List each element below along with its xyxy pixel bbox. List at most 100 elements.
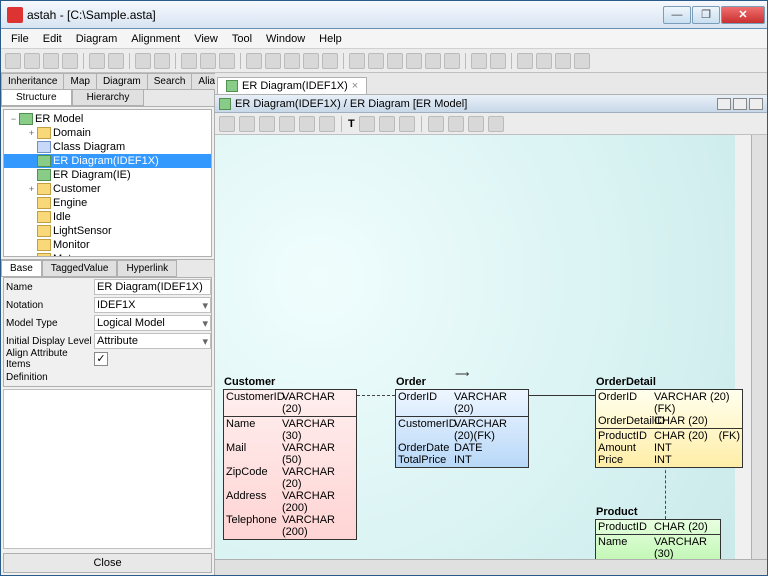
entity-order[interactable]: OrderOrderIDVARCHAR (20)CustomerIDVARCHA… — [395, 389, 529, 468]
tab-search[interactable]: Search — [147, 73, 193, 89]
align-top-icon[interactable] — [406, 53, 422, 69]
tab-map[interactable]: Map — [63, 73, 96, 89]
size-icon[interactable] — [555, 53, 571, 69]
size-icon[interactable] — [517, 53, 533, 69]
doc-tab-erdiagram[interactable]: ER Diagram(IDEF1X) × — [217, 77, 367, 94]
chevron-down-icon: ▾ — [202, 335, 208, 348]
close-panel-button[interactable]: Close — [3, 553, 212, 573]
tool-icon[interactable] — [284, 53, 300, 69]
zoom-in-icon[interactable] — [181, 53, 197, 69]
tree-item[interactable]: ER Diagram(IE) — [4, 168, 211, 182]
relation-customer-order[interactable] — [357, 395, 395, 396]
tree-item[interactable]: Class Diagram — [4, 140, 211, 154]
menu-window[interactable]: Window — [260, 31, 311, 47]
entity-orderdetail[interactable]: OrderDetailOrderIDVARCHAR (20)(FK)OrderD… — [595, 389, 743, 468]
tree-item[interactable]: Motor — [4, 252, 211, 257]
zoom-out-icon[interactable] — [200, 53, 216, 69]
tree-item[interactable]: ER Diagram(IDEF1X) — [4, 154, 211, 168]
left-panel: Inheritance Map Diagram Search Alias Str… — [1, 73, 215, 575]
tree-item[interactable]: LightSensor — [4, 224, 211, 238]
horizontal-scrollbar[interactable] — [215, 559, 767, 575]
tool-icon[interactable] — [265, 53, 281, 69]
align-left-icon[interactable] — [349, 53, 365, 69]
tree-root[interactable]: −ER Model — [4, 112, 211, 126]
entity-product[interactable]: ProductProductIDCHAR (20)NameVARCHAR (30… — [595, 519, 721, 559]
align-bottom-icon[interactable] — [444, 53, 460, 69]
tab-hyperlink[interactable]: Hyperlink — [117, 260, 177, 277]
relation-order-orderdetail[interactable] — [529, 395, 595, 396]
inner-restore-icon[interactable] — [733, 98, 747, 110]
tool-icon[interactable] — [322, 53, 338, 69]
canvas-scroll[interactable]: ⟶ CustomerCustomerIDVARCHAR (20)NameVARC… — [215, 135, 767, 559]
menu-view[interactable]: View — [188, 31, 224, 47]
tab-hierarchy[interactable]: Hierarchy — [72, 90, 145, 106]
tool-icon[interactable] — [303, 53, 319, 69]
menu-diagram[interactable]: Diagram — [70, 31, 124, 47]
paste-icon[interactable] — [108, 53, 124, 69]
save-icon[interactable] — [43, 53, 59, 69]
size-icon[interactable] — [536, 53, 552, 69]
inner-minimize-icon[interactable] — [717, 98, 731, 110]
close-tab-icon[interactable]: × — [352, 80, 358, 92]
tree-item[interactable]: +Customer — [4, 182, 211, 196]
diagram-canvas[interactable]: ⟶ CustomerCustomerIDVARCHAR (20)NameVARC… — [215, 135, 735, 559]
align-middle-icon[interactable] — [425, 53, 441, 69]
tab-diagram[interactable]: Diagram — [96, 73, 148, 89]
prop-notation-select[interactable]: IDEF1X▾ — [94, 297, 211, 313]
tab-taggedvalue[interactable]: TaggedValue — [42, 260, 118, 277]
tool-icon[interactable] — [468, 116, 484, 132]
tree-item[interactable]: Idle — [4, 210, 211, 224]
prop-initlevel-select[interactable]: Attribute▾ — [94, 333, 211, 349]
diagram-toolbar: T — [215, 113, 767, 135]
copy-icon[interactable] — [89, 53, 105, 69]
vertical-scrollbar[interactable] — [751, 135, 767, 559]
dist-h-icon[interactable] — [471, 53, 487, 69]
entity-tool-icon[interactable] — [239, 116, 255, 132]
entity-customer[interactable]: CustomerCustomerIDVARCHAR (20)NameVARCHA… — [223, 389, 357, 540]
tool-icon[interactable] — [428, 116, 444, 132]
tree-item[interactable]: Monitor — [4, 238, 211, 252]
line-tool-icon[interactable] — [379, 116, 395, 132]
minimize-button[interactable]: — — [663, 6, 691, 24]
pointer-icon[interactable] — [219, 116, 235, 132]
align-center-icon[interactable] — [368, 53, 384, 69]
tab-structure[interactable]: Structure — [1, 90, 72, 106]
menu-tool[interactable]: Tool — [226, 31, 258, 47]
tool-icon[interactable] — [488, 116, 504, 132]
maximize-button[interactable]: ❐ — [692, 6, 720, 24]
prop-name-field[interactable]: ER Diagram(IDEF1X) — [94, 279, 211, 295]
menu-file[interactable]: File — [5, 31, 35, 47]
open-icon[interactable] — [24, 53, 40, 69]
tree-item[interactable]: +Domain — [4, 126, 211, 140]
tab-inheritance[interactable]: Inheritance — [1, 73, 64, 89]
new-icon[interactable] — [5, 53, 21, 69]
text-tool-icon[interactable]: T — [348, 118, 355, 130]
inner-close-icon[interactable] — [749, 98, 763, 110]
menu-help[interactable]: Help — [313, 31, 348, 47]
align-right-icon[interactable] — [387, 53, 403, 69]
close-button[interactable]: ✕ — [721, 6, 765, 24]
print-icon[interactable] — [62, 53, 78, 69]
relation-tool-icon[interactable] — [259, 116, 275, 132]
tree-item[interactable]: Engine — [4, 196, 211, 210]
menu-edit[interactable]: Edit — [37, 31, 68, 47]
tool-icon[interactable] — [448, 116, 464, 132]
relation-tool-icon[interactable] — [299, 116, 315, 132]
relation-tool-icon[interactable] — [279, 116, 295, 132]
tool-icon[interactable] — [246, 53, 262, 69]
rect-tool-icon[interactable] — [359, 116, 375, 132]
redo-icon[interactable] — [154, 53, 170, 69]
zoom-fit-icon[interactable] — [219, 53, 235, 69]
doc-tab-label: ER Diagram(IDEF1X) — [242, 80, 348, 92]
image-tool-icon[interactable] — [399, 116, 415, 132]
dist-v-icon[interactable] — [490, 53, 506, 69]
prop-align-checkbox[interactable]: ✓ — [94, 352, 108, 366]
definition-textarea[interactable] — [3, 389, 212, 549]
prop-modeltype-select[interactable]: Logical Model▾ — [94, 315, 211, 331]
relation-tool-icon[interactable] — [319, 116, 335, 132]
size-icon[interactable] — [574, 53, 590, 69]
menu-alignment[interactable]: Alignment — [125, 31, 186, 47]
model-tree[interactable]: −ER Model+DomainClass DiagramER Diagram(… — [3, 109, 212, 257]
undo-icon[interactable] — [135, 53, 151, 69]
tab-base[interactable]: Base — [1, 260, 42, 277]
